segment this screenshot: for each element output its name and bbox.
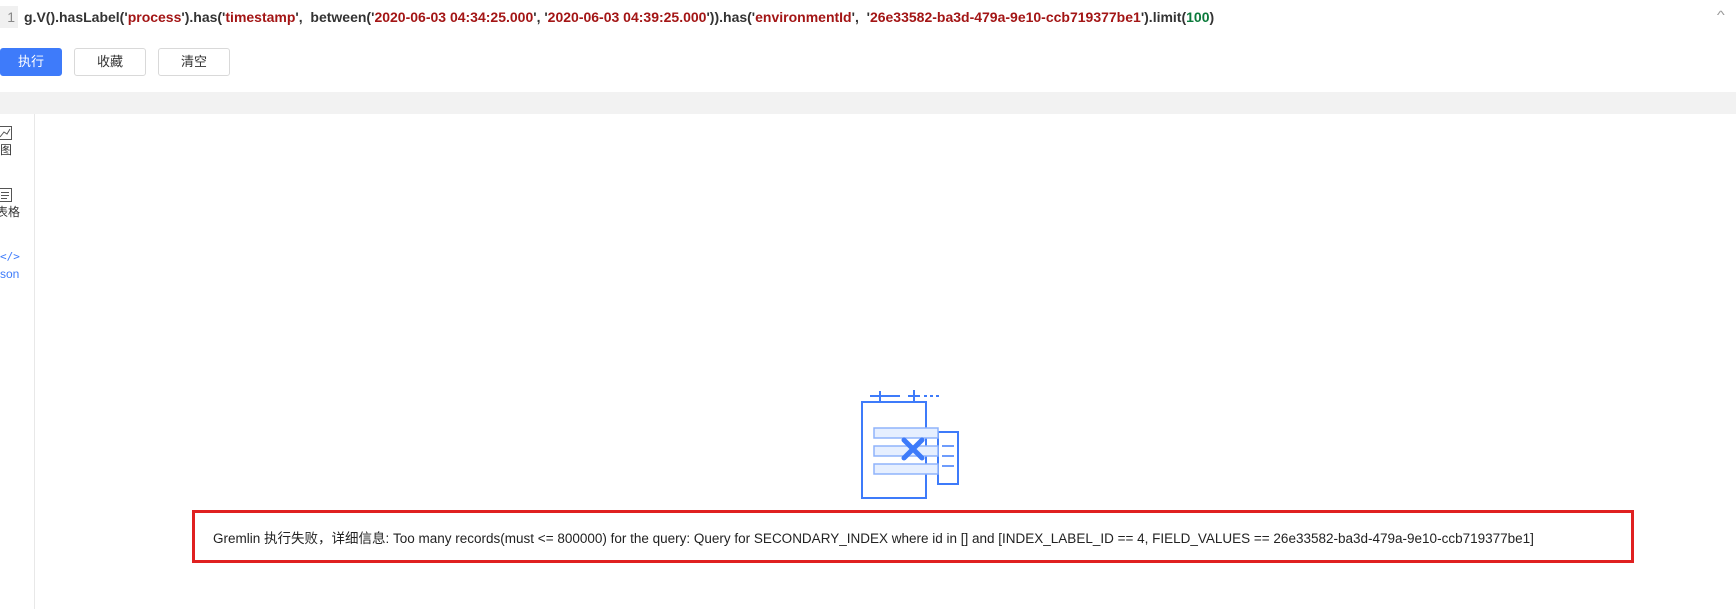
code-string-token: environmentId	[755, 9, 852, 25]
code-string-token: 2020-06-03 04:39:25.000	[547, 9, 707, 25]
nav-item-json[interactable]: </> son	[0, 250, 34, 282]
line-number: 1	[0, 6, 18, 28]
collapse-icon[interactable]: ^	[1717, 8, 1725, 22]
nav-item-table[interactable]: 表格	[0, 188, 34, 220]
code-token: ', '	[851, 9, 870, 25]
execute-button[interactable]: 执行	[0, 48, 62, 76]
code-token: )	[1209, 9, 1215, 25]
error-message: Gremlin 执行失败，详细信息: Too many records(must…	[213, 530, 1534, 546]
clear-button[interactable]: 清空	[158, 48, 230, 76]
code-string-token: timestamp	[225, 9, 296, 25]
code-token: g.V().hasLabel('	[24, 9, 128, 25]
code-token: ', '	[533, 9, 548, 25]
code-number-token: 100	[1186, 9, 1210, 25]
error-illustration-icon	[858, 388, 964, 500]
favorite-button[interactable]: 收藏	[74, 48, 146, 76]
nav-item-label: 表格	[0, 205, 21, 219]
error-message-box: Gremlin 执行失败，详细信息: Too many records(must…	[192, 510, 1634, 563]
code-string-token: 26e33582-ba3d-479a-9e10-ccb719377be1	[869, 9, 1141, 25]
divider-bar	[0, 92, 1736, 114]
nav-item-label: 图	[0, 143, 13, 157]
code-string-token: process	[127, 9, 182, 25]
nav-item-graph[interactable]: 图	[0, 126, 34, 158]
code-token: ', between('	[295, 9, 375, 25]
query-code[interactable]: g.V().hasLabel('process').has('timestamp…	[24, 6, 1214, 28]
nav-item-label: son	[0, 267, 20, 281]
code-icon: </>	[0, 250, 20, 263]
table-icon	[0, 188, 34, 204]
code-token: ').limit(	[1140, 9, 1187, 25]
graph-icon	[0, 126, 34, 142]
code-token: ').has('	[181, 9, 226, 25]
query-editor[interactable]: 1 g.V().hasLabel('process').has('timesta…	[0, 0, 1736, 34]
code-token: ')).has('	[706, 9, 756, 25]
view-mode-nav: 图 表格 </> son	[0, 114, 35, 609]
code-string-token: 2020-06-03 04:34:25.000	[374, 9, 534, 25]
